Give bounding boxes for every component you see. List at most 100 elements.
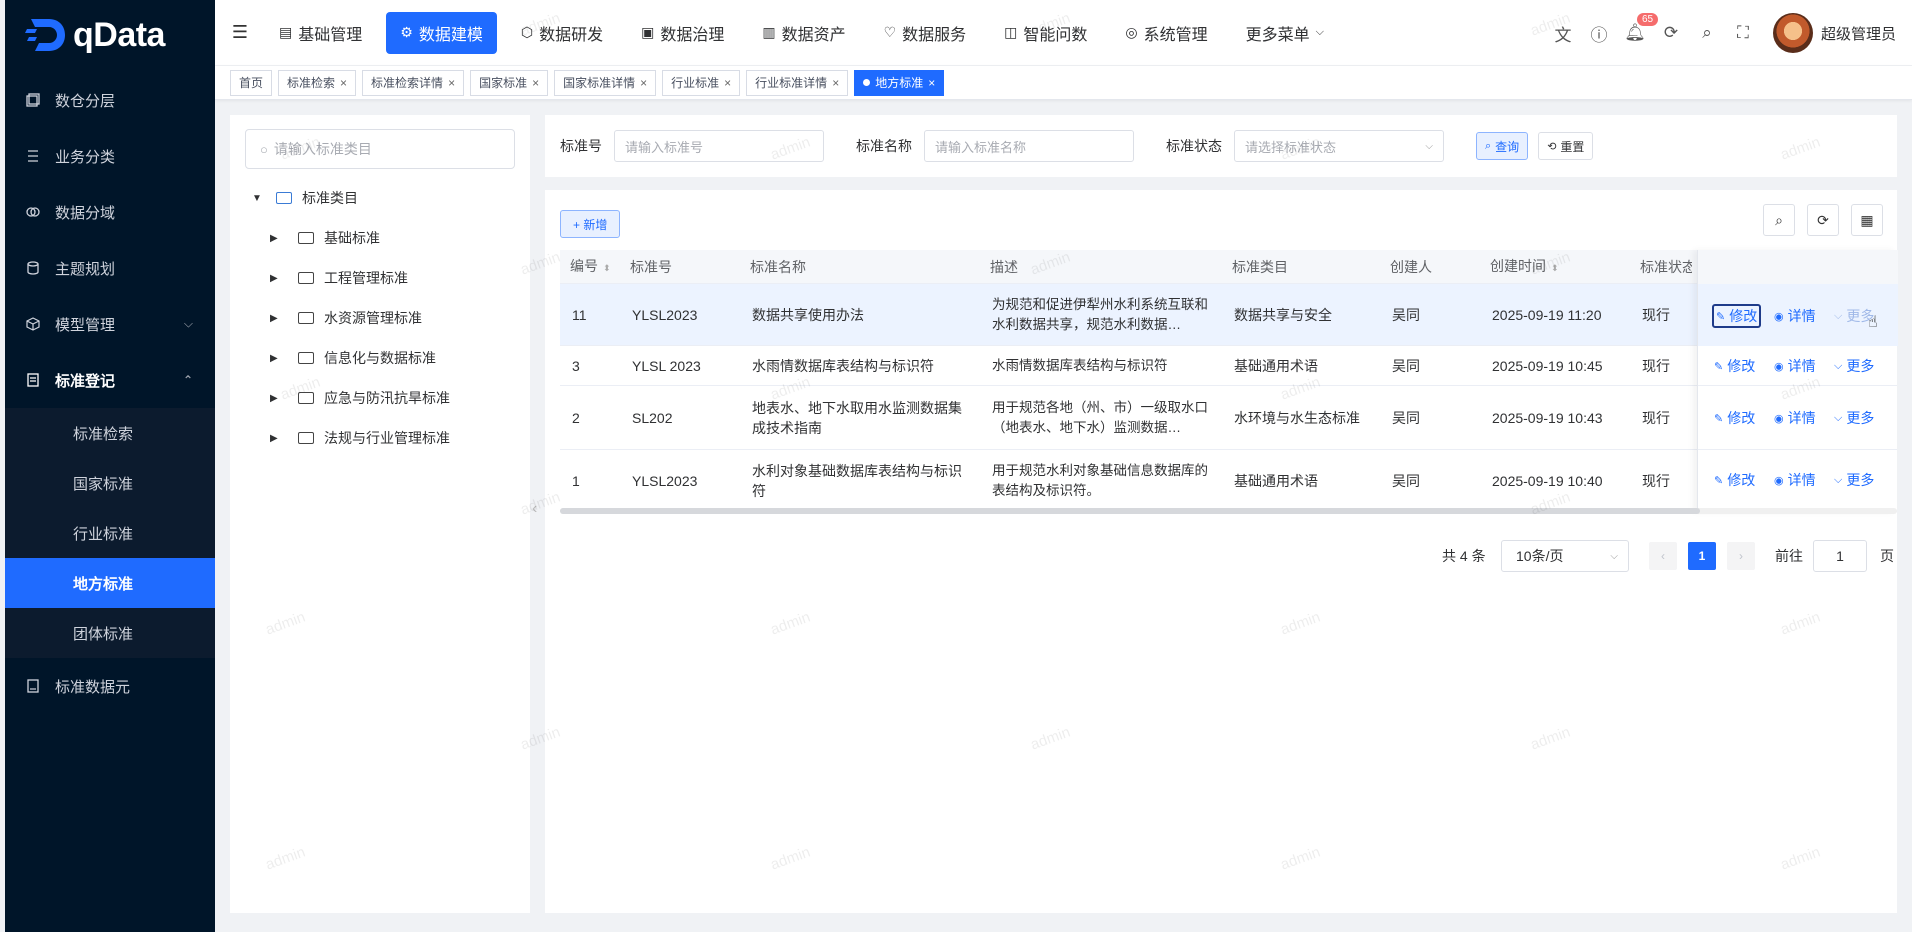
topnav-data-development[interactable]: ⬡ 数据研发 [507, 12, 617, 54]
code-input[interactable]: 请输入标准号 [614, 130, 824, 162]
col-header-time[interactable]: 创建时间 ⬍ [1490, 256, 1559, 278]
help-icon[interactable]: ⓘ [1581, 21, 1617, 46]
close-icon[interactable]: × [532, 76, 539, 90]
tree-node-engineering-standard[interactable]: ▶ 工程管理标准 [270, 265, 408, 291]
goto-page-input[interactable]: 1 [1813, 540, 1867, 572]
tree-node-root[interactable]: ▼ 标准类目 [252, 185, 358, 211]
topnav-data-service[interactable]: ♡ 数据服务 [870, 12, 981, 54]
refresh-icon[interactable]: ⟳ [1807, 204, 1839, 236]
detail-button[interactable]: ◉ 详情 [1774, 470, 1816, 490]
topnav-data-governance[interactable]: ▣ 数据治理 [627, 12, 738, 54]
close-icon[interactable]: × [640, 76, 647, 90]
menu-toggle-icon[interactable]: ☰ [215, 22, 265, 43]
code-placeholder: 请输入标准号 [625, 139, 704, 155]
tab-local-standard[interactable]: 地方标准 × [854, 69, 945, 96]
sidebar-item-topic-planning[interactable]: 主题规划 [5, 240, 215, 296]
fullscreen-icon[interactable]: ⛶ [1725, 23, 1761, 43]
search-icon[interactable]: ⌕ [1689, 23, 1725, 43]
col-header-id[interactable]: 编号 ⬍ [570, 256, 611, 278]
add-button[interactable]: + 新增 [560, 210, 621, 238]
tree-node-water-resource-standard[interactable]: ▶ 水资源管理标准 [270, 305, 422, 331]
tree-node-regulation-standard[interactable]: ▶ 法规与行业管理标准 [270, 425, 450, 451]
sidebar-subitem-group-standard[interactable]: 团体标准 [5, 608, 215, 658]
tree-search-input[interactable]: ○ 请输入标准类目 [245, 129, 515, 169]
more-button[interactable]: ⌵ 更多 [1834, 470, 1874, 490]
op-label: 修改 [1727, 410, 1756, 426]
topnav-more-menu[interactable]: 更多菜单 ⌵ [1232, 12, 1338, 54]
columns-icon[interactable]: ▦ [1851, 204, 1883, 236]
tab-standard-search-detail[interactable]: 标准检索详情 × [362, 69, 465, 96]
tab-national-standard-detail[interactable]: 国家标准详情 × [554, 69, 657, 96]
tree-node-informatization-standard[interactable]: ▶ 信息化与数据标准 [270, 345, 436, 371]
detail-button[interactable]: ◉ 详情 [1774, 306, 1816, 326]
tab-standard-search[interactable]: 标准检索 × [278, 69, 357, 96]
cell-creator: 吴同 [1392, 409, 1420, 426]
page-size-select[interactable]: 10条/页 ⌵ [1501, 540, 1629, 572]
refresh-icon[interactable]: ⟳ [1653, 23, 1689, 43]
sidebar-subitem-industry-standard[interactable]: 行业标准 [5, 508, 215, 558]
topnav-data-assets[interactable]: ▥ 数据资产 [748, 12, 859, 54]
more-button[interactable]: ⌵ 更多 [1834, 356, 1874, 376]
close-icon[interactable]: × [724, 76, 731, 90]
more-button[interactable]: ⌵ 更多 [1834, 408, 1874, 428]
toggle-search-icon[interactable]: ⌕ [1763, 204, 1795, 236]
tab-national-standard[interactable]: 国家标准 × [470, 69, 549, 96]
page-number-button[interactable]: 1 [1688, 542, 1716, 570]
prev-page-button[interactable]: ‹ [1649, 542, 1677, 570]
chevron-down-icon: ⌵ [1315, 26, 1324, 38]
close-icon[interactable]: × [340, 76, 347, 90]
edit-button[interactable]: ✎ 修改 [1714, 470, 1755, 490]
reset-button[interactable]: ⟲ 重置 [1538, 132, 1594, 160]
col-header-desc: 描述 [990, 258, 1018, 275]
tab-label: 行业标准 [671, 76, 720, 90]
edit-button[interactable]: ✎ 修改 [1714, 356, 1755, 376]
cell-code: SL202 [632, 409, 673, 426]
edit-icon: ✎ [1716, 310, 1726, 323]
caret-down-icon: ▼ [252, 192, 262, 204]
pagination-total: 共 4 条 [1442, 548, 1486, 564]
topnav-basic-management[interactable]: ▤ 基础管理 [265, 12, 376, 54]
close-icon[interactable]: × [832, 76, 839, 90]
detail-button[interactable]: ◉ 详情 [1774, 356, 1816, 376]
tab-home[interactable]: 首页 [230, 69, 273, 96]
avatar[interactable] [1772, 13, 1813, 53]
bell-icon[interactable]: 🔔︎ 65 [1617, 13, 1659, 43]
topnav-smart-query[interactable]: ◫ 智能问数 [990, 12, 1101, 54]
sidebar-subitem-standard-search[interactable]: 标准检索 [5, 408, 215, 458]
topnav-system-management[interactable]: ◎ 系统管理 [1111, 12, 1221, 54]
code-label: 标准号 [560, 138, 602, 154]
sidebar-item-model-management[interactable]: 模型管理 ⌵ [5, 296, 215, 352]
tree-node-basic-standard[interactable]: ▶ 基础标准 [270, 225, 380, 251]
close-icon[interactable]: × [448, 76, 455, 90]
sidebar-item-warehouse-layers[interactable]: 数仓分层 [5, 72, 215, 128]
collapse-panel-icon[interactable]: ‹ [532, 500, 537, 518]
status-select[interactable]: 请选择标准状态 ⌵ [1234, 130, 1444, 162]
sidebar-item-label: 数仓分层 [55, 92, 116, 110]
scrollbar-thumb[interactable] [560, 508, 1700, 514]
sidebar-item-standard-register[interactable]: 标准登记 ⌃ [5, 352, 215, 408]
name-input[interactable]: 请输入标准名称 [924, 130, 1134, 162]
next-page-button[interactable]: › [1727, 542, 1755, 570]
query-button[interactable]: ⌕ 查询 [1476, 132, 1529, 160]
tab-industry-standard[interactable]: 行业标准 × [662, 69, 741, 96]
horizontal-scrollbar[interactable] [560, 508, 1897, 514]
close-icon[interactable]: × [928, 76, 935, 90]
detail-button[interactable]: ◉ 详情 [1774, 408, 1816, 428]
edit-button[interactable]: ✎ 修改 [1712, 304, 1762, 328]
tree-node-label: 基础标准 [324, 230, 380, 246]
sidebar-item-standard-data-element[interactable]: 标准数据元 [5, 658, 215, 714]
sidebar-subitem-local-standard[interactable]: 地方标准 [5, 558, 215, 608]
sidebar-item-data-domain[interactable]: 数据分域 [5, 184, 215, 240]
username[interactable]: 超级管理员 [1821, 23, 1896, 44]
cell-status: 现行 [1642, 472, 1670, 489]
tree-node-emergency-standard[interactable]: ▶ 应急与防汛抗旱标准 [270, 385, 450, 411]
edit-button[interactable]: ✎ 修改 [1714, 408, 1755, 428]
tab-industry-standard-detail[interactable]: 行业标准详情 × [746, 69, 849, 96]
translate-icon[interactable]: 文 [1545, 21, 1581, 46]
op-label: 修改 [1729, 308, 1758, 324]
topnav-data-modeling[interactable]: ⚙ 数据建模 [386, 11, 497, 54]
sidebar-subitem-national-standard[interactable]: 国家标准 [5, 458, 215, 508]
sidebar: qData 数仓分层 业务分类 数据分域 主题规划 模型管理 ⌵ 标准登记 ⌃ … [5, 0, 215, 932]
sidebar-item-business-category[interactable]: 业务分类 [5, 128, 215, 184]
app-logo[interactable]: qData [5, 0, 215, 70]
